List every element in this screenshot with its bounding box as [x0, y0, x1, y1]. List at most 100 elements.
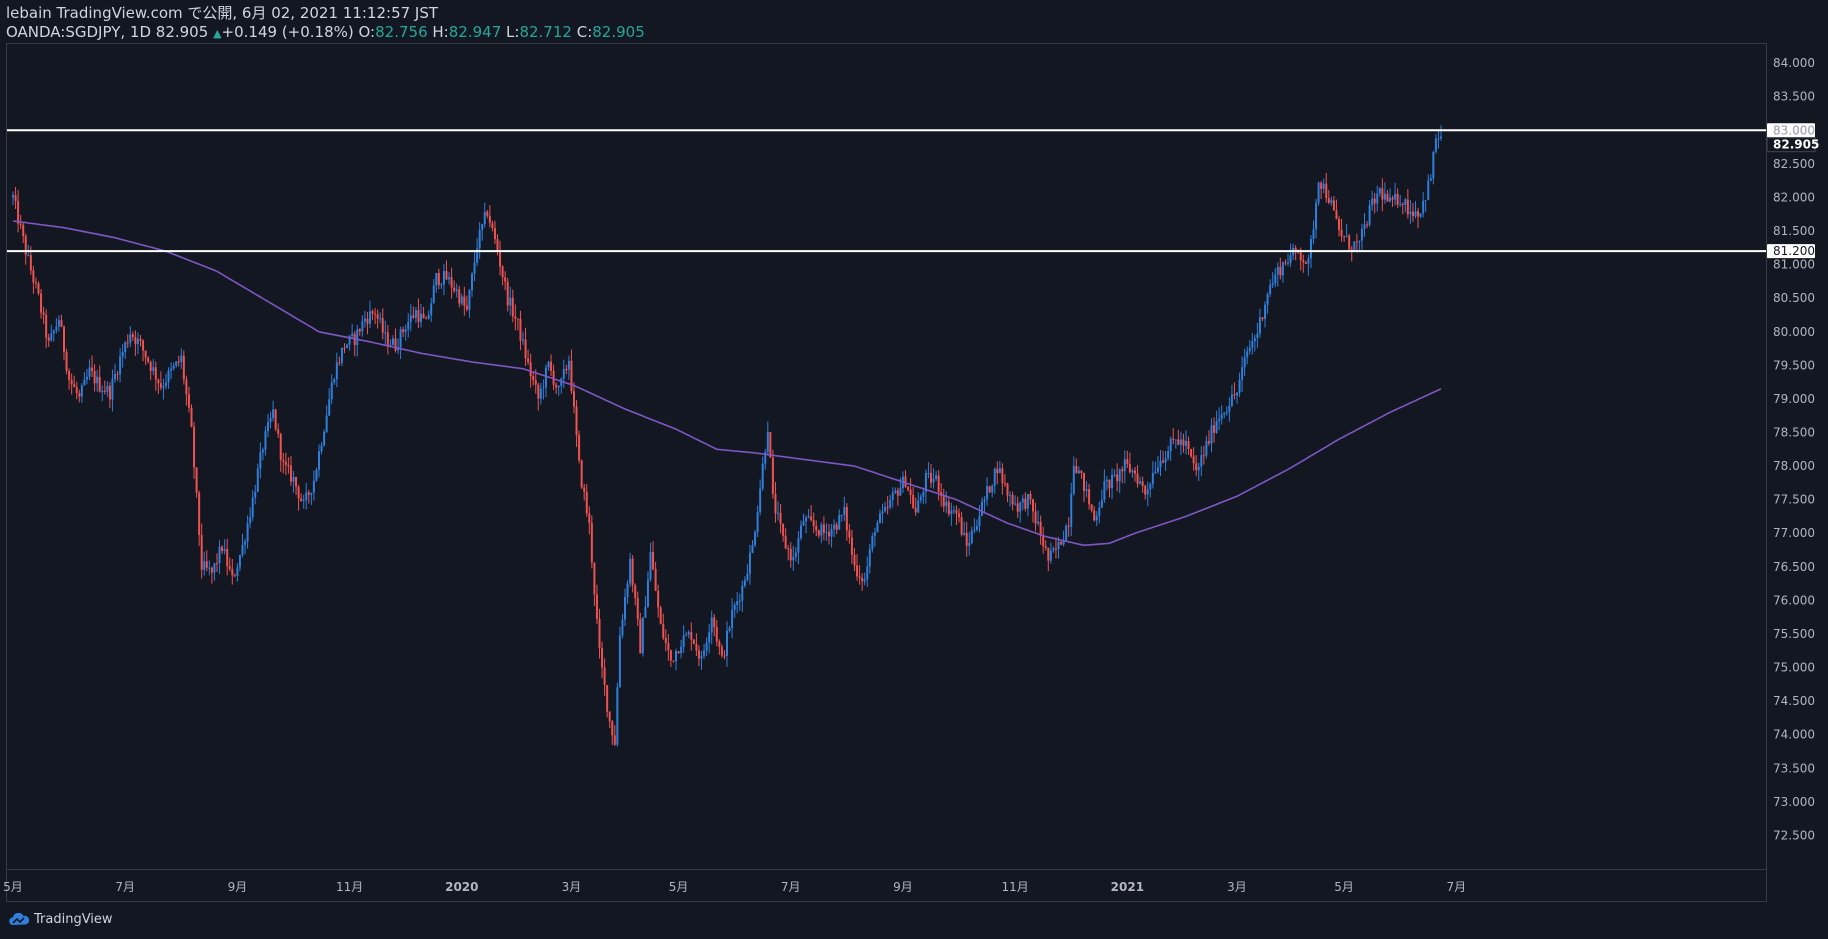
candle-body	[193, 426, 196, 468]
candle-body	[1360, 228, 1363, 241]
candle-body	[682, 635, 685, 647]
candle-body	[1230, 394, 1233, 406]
candle-body	[1080, 470, 1083, 473]
candle-body	[1164, 458, 1167, 463]
candle-body	[853, 554, 856, 566]
candle-body	[1134, 470, 1136, 474]
candle-body	[1197, 466, 1200, 471]
candle-body	[1302, 259, 1305, 263]
candle-body	[998, 468, 1001, 474]
candle-body	[1156, 467, 1159, 472]
candle-body	[463, 296, 466, 306]
candle-body	[1103, 481, 1106, 500]
candle-body	[399, 329, 402, 348]
price-tick-label: 78.500	[1773, 425, 1815, 439]
candle-body	[942, 495, 945, 507]
candle-body	[506, 281, 509, 306]
candle-body	[692, 639, 695, 645]
candle-body	[1335, 210, 1338, 219]
price-axis[interactable]: 72.500 73.000 73.500 74.000 74.500 75.000 75.5…	[1773, 56, 1815, 842]
candle-body	[1185, 441, 1187, 446]
candle-body	[996, 468, 999, 474]
candle-body	[968, 543, 971, 546]
candle-body	[496, 239, 499, 253]
candle-body	[547, 361, 550, 368]
candle-body	[1172, 438, 1175, 440]
candle-body	[139, 338, 142, 341]
candle-body	[1437, 138, 1440, 140]
candle-body	[779, 512, 782, 524]
candle-body	[766, 432, 769, 453]
candle-body	[585, 491, 588, 514]
candle-body	[1401, 203, 1404, 205]
candle-body	[29, 255, 32, 271]
candle-body	[644, 606, 647, 618]
candle-body	[1126, 459, 1129, 465]
candle-body	[32, 270, 35, 283]
candle-body	[450, 277, 453, 288]
candle-body	[1419, 213, 1422, 217]
candle-body	[1105, 479, 1108, 482]
footer-brand[interactable]: TradingView	[8, 912, 113, 927]
candle-body	[542, 387, 545, 389]
candle-body	[65, 352, 68, 371]
candle-body	[631, 558, 634, 586]
candle-body	[34, 282, 37, 284]
candle-body	[1037, 521, 1040, 524]
candle-body	[1151, 473, 1154, 485]
price-tick-label: 72.500	[1773, 828, 1815, 842]
candle-body	[254, 491, 257, 498]
candle-body	[1019, 502, 1022, 512]
candle-body	[481, 224, 484, 231]
candle-body	[366, 318, 369, 324]
candle-body	[1236, 392, 1238, 396]
candle-body	[1167, 451, 1170, 459]
candle-body	[723, 655, 726, 657]
candle-body	[588, 513, 591, 524]
candle-body	[988, 486, 991, 493]
candle-body	[315, 469, 318, 481]
candle-body	[1223, 412, 1226, 415]
candle-body	[213, 563, 216, 573]
candle-body	[1065, 525, 1068, 541]
candle-body	[251, 497, 254, 518]
candle-body	[1202, 455, 1205, 457]
candle-body	[356, 329, 359, 345]
candle-body	[912, 494, 915, 508]
candle-body	[565, 368, 568, 370]
candle-body	[603, 667, 606, 685]
candle-body	[328, 399, 331, 416]
candle-body	[244, 541, 247, 545]
candle-body	[119, 356, 122, 375]
candle-body	[422, 313, 425, 319]
candle-body	[578, 435, 581, 461]
candle-body	[1192, 456, 1195, 464]
candle-body	[1299, 252, 1302, 260]
candle-body	[320, 445, 323, 452]
candle-body	[675, 651, 677, 662]
candle-body	[435, 273, 438, 286]
time-tick-label: 7月	[1446, 880, 1466, 894]
candle-body	[124, 342, 127, 353]
horizontal-levels[interactable]: 83.000 81.200 82.905	[7, 123, 1819, 259]
candle-body	[1411, 211, 1414, 217]
candle-body	[335, 362, 338, 380]
price-chart[interactable]: 83.000 81.200 82.905 72.500 73.000 73.500 74.…	[0, 0, 1828, 939]
candle-body	[879, 513, 881, 524]
candle-body	[794, 552, 797, 557]
candle-body	[1396, 193, 1399, 205]
candle-body	[369, 311, 371, 324]
candle-body	[455, 289, 458, 291]
candle-body	[465, 305, 468, 310]
candle-body	[170, 368, 173, 371]
candle-body	[825, 531, 828, 533]
time-axis[interactable]: 5月 7月 9月 11月 2020 3月 5月 7月 9月 11月 2021 3月 5月 7月	[3, 880, 1466, 894]
price-tick-label: 73.000	[1773, 795, 1815, 809]
candle-body	[664, 637, 667, 644]
candle-body	[198, 492, 201, 536]
candle-body	[833, 524, 836, 530]
candle-body	[12, 195, 14, 198]
candle-body	[111, 378, 114, 400]
candle-body	[1241, 367, 1244, 380]
candle-body	[185, 379, 188, 395]
